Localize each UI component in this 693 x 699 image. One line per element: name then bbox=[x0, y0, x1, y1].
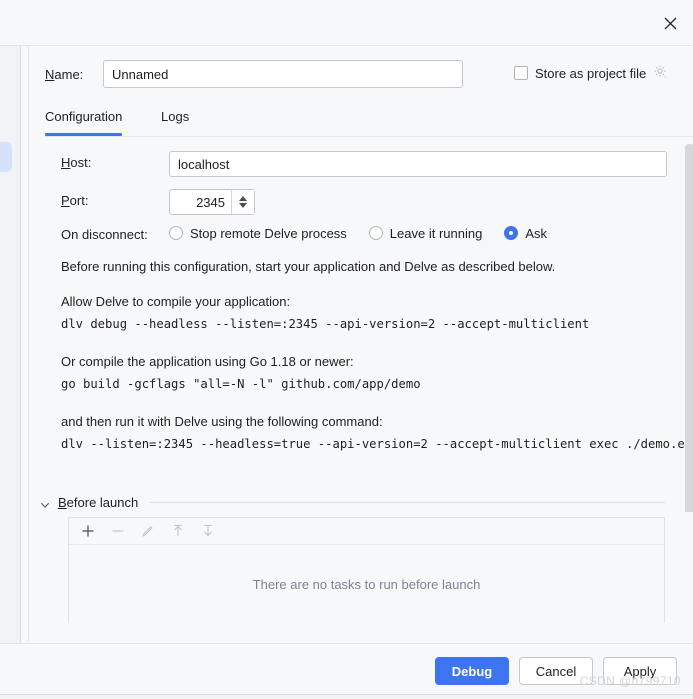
port-spinner-buttons[interactable] bbox=[231, 190, 254, 214]
host-label-rest: ost: bbox=[70, 155, 92, 170]
cancel-button[interactable]: Cancel bbox=[519, 657, 593, 685]
radio-indicator[interactable] bbox=[169, 226, 183, 240]
radio-indicator[interactable] bbox=[368, 226, 383, 240]
store-as-project-file-label: Store as project file bbox=[535, 65, 647, 81]
before-launch-divider bbox=[150, 502, 665, 503]
before-launch-empty-message: There are no tasks to run before launch bbox=[252, 576, 481, 592]
pencil-icon bbox=[139, 522, 157, 540]
store-as-project-file-checkbox[interactable] bbox=[514, 66, 528, 80]
name-label-mnemonic: N bbox=[45, 67, 55, 82]
plus-icon[interactable] bbox=[79, 522, 97, 540]
name-row: Name: Store as project file bbox=[29, 60, 693, 90]
before-launch-panel: There are no tasks to run before launch bbox=[68, 517, 665, 623]
before-launch-mnemonic: B bbox=[58, 495, 67, 510]
before-launch-toolbar bbox=[69, 518, 664, 545]
instructions-command-2: go build -gcflags "all=-N -l" github.com… bbox=[61, 377, 421, 391]
spinner-down-icon[interactable] bbox=[239, 203, 247, 208]
host-input[interactable] bbox=[169, 151, 667, 177]
on-disconnect-label: On disconnect: bbox=[61, 227, 148, 242]
before-launch-header[interactable]: Before launch bbox=[40, 495, 665, 510]
radio-leave-it-running[interactable]: Leave it running bbox=[368, 225, 483, 241]
host-label: Host: bbox=[61, 155, 91, 170]
name-label: Name: bbox=[45, 67, 83, 82]
port-label-rest: ort: bbox=[69, 193, 89, 208]
tab-logs-label: Logs bbox=[161, 109, 190, 124]
minus-icon bbox=[109, 522, 127, 540]
host-label-mnemonic: H bbox=[61, 155, 71, 170]
name-label-rest: ame: bbox=[54, 67, 84, 82]
port-stepper[interactable] bbox=[169, 189, 255, 215]
remote-debug-configuration-dialog: Name: Store as project file bbox=[0, 0, 693, 699]
radio-ask[interactable]: Ask bbox=[504, 226, 547, 241]
dialog-footer: Debug Cancel Apply bbox=[0, 643, 693, 697]
store-as-project-file-row[interactable]: Store as project file bbox=[514, 64, 668, 82]
ide-left-gutter bbox=[0, 0, 21, 698]
port-input[interactable] bbox=[170, 190, 231, 214]
spinner-up-icon[interactable] bbox=[239, 196, 247, 201]
radio-label: Leave it running bbox=[389, 225, 483, 241]
chevron-down-icon[interactable] bbox=[40, 498, 50, 508]
tab-configuration[interactable]: Configuration bbox=[45, 104, 123, 136]
radio-label: Stop remote Delve process bbox=[190, 225, 347, 241]
before-launch-title: Before launch bbox=[58, 495, 138, 510]
instructions-heading-3: and then run it with Delve using the fol… bbox=[61, 414, 383, 429]
on-disconnect-radio-group: Stop remote Delve process Leave it runni… bbox=[169, 223, 569, 243]
configuration-pane-scrollbar[interactable] bbox=[685, 144, 693, 512]
port-label-mnemonic: P bbox=[61, 193, 70, 208]
window-bottom-edge bbox=[0, 694, 693, 699]
instructions-command-1: dlv debug --headless --listen=:2345 --ap… bbox=[61, 317, 590, 331]
tab-configuration-label: Configuration bbox=[45, 109, 123, 124]
dialog-titlebar bbox=[0, 0, 693, 46]
before-launch-title-rest: efore launch bbox=[66, 495, 139, 510]
arrow-down-icon bbox=[199, 522, 217, 540]
dialog-action-buttons: Debug Cancel Apply bbox=[435, 657, 677, 685]
instructions-heading-2: Or compile the application using Go 1.18… bbox=[61, 354, 354, 369]
ide-left-gutter-spacer bbox=[21, 0, 28, 698]
close-icon[interactable] bbox=[653, 8, 687, 38]
configuration-pane: Host: Port: On disconnect: Stop remote D… bbox=[45, 136, 693, 512]
radio-stop-remote-delve-process[interactable]: Stop remote Delve process bbox=[169, 226, 347, 241]
radio-label: Ask bbox=[525, 225, 547, 241]
name-input[interactable] bbox=[103, 60, 463, 88]
arrow-up-icon bbox=[169, 522, 187, 540]
instructions-intro: Before running this configuration, start… bbox=[61, 259, 556, 274]
apply-button[interactable]: Apply bbox=[603, 657, 677, 685]
tab-bar: Configuration Logs bbox=[29, 104, 693, 136]
instructions-command-3: dlv --listen=:2345 --headless=true --api… bbox=[61, 437, 693, 451]
tab-logs[interactable]: Logs bbox=[161, 104, 189, 136]
debug-button[interactable]: Debug bbox=[435, 657, 509, 685]
gear-icon[interactable] bbox=[653, 64, 668, 82]
port-label: Port: bbox=[61, 193, 88, 208]
radio-indicator-selected[interactable] bbox=[504, 226, 519, 240]
instructions-heading-1: Allow Delve to compile your application: bbox=[61, 294, 291, 309]
ide-selection-chip bbox=[0, 142, 12, 172]
